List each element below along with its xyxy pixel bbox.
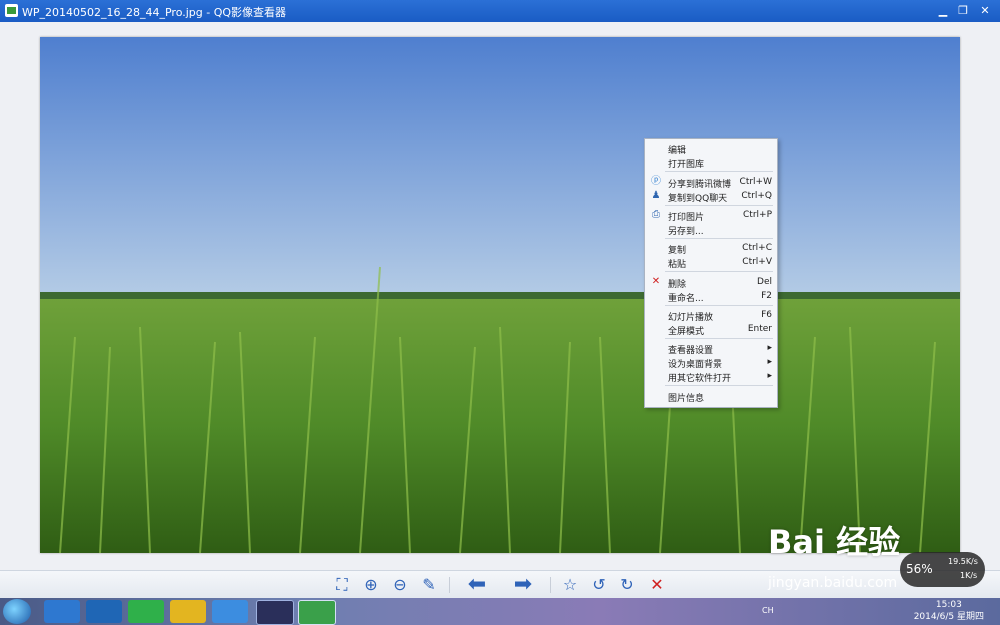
menu-item-open-with[interactable]: 用其它软件打开 ▸ (645, 370, 777, 384)
menu-separator (665, 271, 773, 272)
printer-icon: ⎙ (652, 209, 660, 220)
media-player-icon[interactable] (128, 600, 164, 623)
rotate-left-icon[interactable]: ↺ (588, 575, 610, 595)
input-language[interactable]: CH (762, 606, 774, 615)
fit-icon[interactable]: ⛶ (331, 575, 353, 595)
menu-item-rename[interactable]: 重命名... F2 (645, 290, 777, 304)
ie-icon[interactable] (44, 600, 80, 623)
menu-item-edit[interactable]: 编辑 (645, 142, 777, 156)
phone-app-icon[interactable] (256, 600, 294, 625)
menu-separator (665, 238, 773, 239)
weibo-icon: ⓟ (651, 176, 661, 187)
context-menu: 编辑 打开图库 ⓟ 分享到腾讯微博 Ctrl+W ♟ 复制到QQ聊天 Ctrl+Q ⎙ 打… (644, 138, 778, 408)
photo-image (40, 37, 960, 553)
qq-viewer-taskbar-icon[interactable] (298, 600, 336, 625)
menu-item-open-gallery[interactable]: 打开图库 (645, 156, 777, 170)
window-title: WP_20140502_16_28_44_Pro.jpg - QQ影像查看器 (22, 6, 287, 19)
download-speed: 1K/s (960, 571, 978, 580)
delete-icon[interactable]: ✕ (646, 575, 668, 595)
qq-icon: ♟ (651, 190, 661, 201)
watermark-brand: Bai 经验 (768, 523, 901, 561)
upload-speed: 19.5K/s (948, 557, 978, 566)
menu-item-paste[interactable]: 粘贴 Ctrl+V (645, 256, 777, 270)
restore-button[interactable]: ❐ (954, 3, 972, 19)
windows-icon[interactable] (86, 600, 122, 623)
clock-time: 15:03 (935, 600, 962, 610)
zoom-in-icon[interactable]: ⊕ (360, 575, 382, 595)
wheat-field-photo (40, 37, 960, 553)
brush-icon[interactable]: ✎ (418, 575, 440, 595)
zoom-out-icon[interactable]: ⊖ (389, 575, 411, 595)
toolbar-separator (550, 577, 551, 593)
menu-item-image-info[interactable]: 图片信息 (645, 390, 777, 404)
menu-separator (665, 338, 773, 339)
next-arrow-icon[interactable]: ➡ (508, 574, 538, 596)
menu-item-set-wallpaper[interactable]: 设为桌面背景 ▸ (645, 356, 777, 370)
clock[interactable]: 15:03 2014/6/5 星期四 (914, 599, 984, 623)
menu-item-copy-qq[interactable]: ♟ 复制到QQ聊天 Ctrl+Q (645, 190, 777, 204)
prev-arrow-icon[interactable]: ⬅ (462, 574, 492, 596)
rotate-right-icon[interactable]: ↻ (616, 575, 638, 595)
network-percent: 56% (906, 562, 933, 576)
photo-app-icon[interactable] (170, 600, 206, 623)
toolbar-separator (449, 577, 450, 593)
menu-separator (665, 385, 773, 386)
network-speed-widget: 56% 19.5K/s 1K/s (900, 552, 985, 587)
menu-item-print[interactable]: ⎙ 打印图片 Ctrl+P (645, 209, 777, 223)
menu-item-viewer-settings[interactable]: 查看器设置 ▸ (645, 342, 777, 356)
delete-x-icon: ✕ (651, 276, 661, 287)
menu-separator (665, 305, 773, 306)
browser-icon[interactable] (212, 600, 248, 623)
start-button[interactable] (3, 599, 31, 624)
title-bar: WP_20140502_16_28_44_Pro.jpg - QQ影像查看器 ▁… (0, 0, 1000, 22)
menu-item-delete[interactable]: ✕ 删除 Del (645, 276, 777, 290)
image-viewer-area (0, 22, 1000, 570)
menu-item-fullscreen[interactable]: 全屏模式 Enter (645, 323, 777, 337)
system-tray: CH 15:03 2014/6/5 星期四 (760, 598, 1000, 625)
menu-item-save-as[interactable]: 另存到... (645, 223, 777, 237)
menu-separator (665, 205, 773, 206)
watermark-url: jingyan.baidu.com (768, 575, 898, 591)
star-icon[interactable]: ☆ (559, 575, 581, 595)
app-icon (5, 4, 18, 17)
menu-item-slideshow[interactable]: 幻灯片播放 F6 (645, 309, 777, 323)
close-button[interactable]: ✕ (976, 3, 994, 19)
menu-item-share-weibo[interactable]: ⓟ 分享到腾讯微博 Ctrl+W (645, 176, 777, 190)
menu-separator (665, 171, 773, 172)
clock-date: 2014/6/5 星期四 (913, 612, 984, 622)
menu-item-copy[interactable]: 复制 Ctrl+C (645, 242, 777, 256)
minimize-button[interactable]: ▁ (934, 3, 952, 19)
